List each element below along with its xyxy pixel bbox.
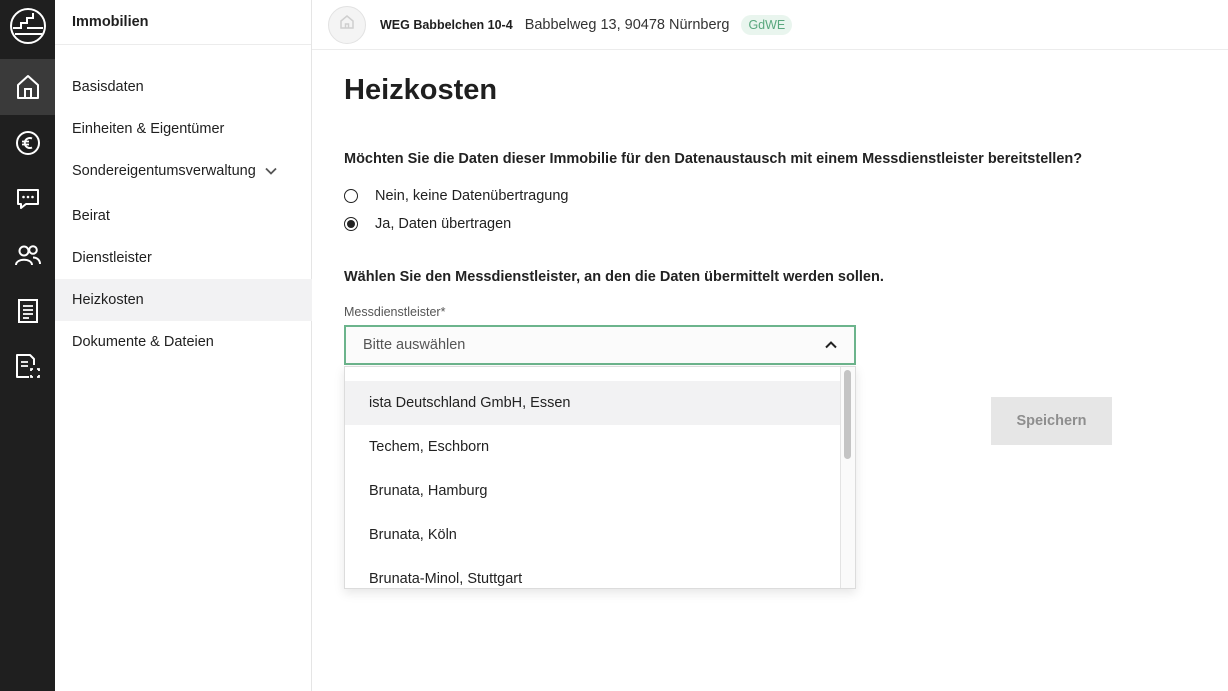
chevron-down-icon[interactable]	[265, 167, 277, 175]
radio-button[interactable]	[344, 217, 358, 231]
dropdown-option[interactable]: Brunata, Hamburg	[345, 469, 841, 513]
sidebar-item-label: Dienstleister	[72, 250, 152, 266]
sidebar-item-basisdaten[interactable]: Basisdaten	[55, 66, 312, 108]
scrollbar-thumb[interactable]	[844, 370, 851, 459]
sidebar-item-label: Einheiten & Eigentümer	[72, 121, 225, 137]
provider-field-label: Messdienstleister*	[344, 305, 446, 319]
sidebar-heading: Immobilien	[55, 0, 311, 45]
sidebar-item-dokumente-dateien[interactable]: Dokumente & Dateien	[55, 321, 312, 363]
radio-label: Ja, Daten übertragen	[375, 216, 512, 232]
provider-dropdown-list: ista Deutschland GmbH, Essen Techem, Esc…	[344, 366, 856, 589]
icon-rail	[0, 0, 55, 691]
sidebar-item-label: Heizkosten	[72, 292, 144, 308]
dropdown-option[interactable]: Techem, Eschborn	[345, 425, 841, 469]
euro-icon	[15, 130, 41, 156]
radio-transfer-data[interactable]: Ja, Daten übertragen	[344, 216, 511, 232]
sidebar-item-label: Basisdaten	[72, 79, 144, 95]
document-list-icon	[17, 298, 39, 324]
document-scan-icon	[15, 353, 41, 381]
sidebar-item-label: Sondereigentumsverwaltung	[72, 163, 256, 179]
home-icon	[16, 74, 40, 100]
page-title: Heizkosten	[344, 74, 498, 106]
sidebar-item-label: Dokumente & Dateien	[72, 334, 214, 350]
sidebar: Immobilien Basisdaten Einheiten & Eigent…	[55, 0, 312, 691]
sidebar-item-heizkosten[interactable]: Heizkosten	[55, 279, 312, 321]
rail-finance[interactable]	[0, 115, 55, 171]
dropdown-option[interactable]: ista Deutschland GmbH, Essen	[345, 381, 841, 425]
save-button[interactable]: Speichern	[991, 397, 1112, 445]
rail-messages[interactable]	[0, 171, 55, 227]
sidebar-item-dienstleister[interactable]: Dienstleister	[55, 237, 312, 279]
data-exchange-question: Möchten Sie die Daten dieser Immobilie f…	[344, 151, 1083, 167]
building-icon	[339, 14, 355, 35]
sidebar-item-beirat[interactable]: Beirat	[55, 195, 312, 237]
property-avatar[interactable]	[328, 5, 366, 44]
sidebar-item-label: Beirat	[72, 208, 110, 224]
radio-selected-dot	[347, 220, 355, 228]
radio-no-transfer[interactable]: Nein, keine Datenübertragung	[344, 188, 568, 204]
chevron-up-icon[interactable]	[825, 337, 837, 353]
dropdown-option[interactable]: Brunata, Köln	[345, 513, 841, 557]
provider-select[interactable]: Bitte auswählen	[344, 325, 856, 365]
radio-label: Nein, keine Datenübertragung	[375, 188, 569, 204]
radio-button[interactable]	[344, 189, 358, 203]
select-placeholder: Bitte auswählen	[363, 337, 466, 353]
chat-icon	[15, 187, 41, 211]
property-address: Babbelweg 13, 90478 Nürnberg	[524, 16, 730, 33]
sidebar-item-sondereigentumsverwaltung[interactable]: Sondereigentumsverwaltung	[55, 150, 312, 192]
rail-scan[interactable]	[0, 339, 55, 395]
property-name: WEG Babbelchen 10-4	[380, 17, 513, 32]
provider-prompt: Wählen Sie den Messdienstleister, an den…	[344, 269, 884, 285]
rail-documents[interactable]	[0, 283, 55, 339]
property-header: WEG Babbelchen 10-4 Babbelweg 13, 90478 …	[312, 0, 1228, 50]
rail-home[interactable]	[0, 59, 55, 115]
users-icon	[14, 243, 42, 267]
rail-contacts[interactable]	[0, 227, 55, 283]
dropdown-option[interactable]: Brunata-Minol, Stuttgart	[345, 557, 841, 588]
dropdown-scrollbar[interactable]	[840, 367, 855, 588]
sidebar-item-einheiten-eigentuemer[interactable]: Einheiten & Eigentümer	[55, 108, 312, 150]
main-content: WEG Babbelchen 10-4 Babbelweg 13, 90478 …	[312, 0, 1228, 691]
logo-icon[interactable]	[9, 7, 47, 45]
status-badge: GdWE	[741, 14, 793, 35]
